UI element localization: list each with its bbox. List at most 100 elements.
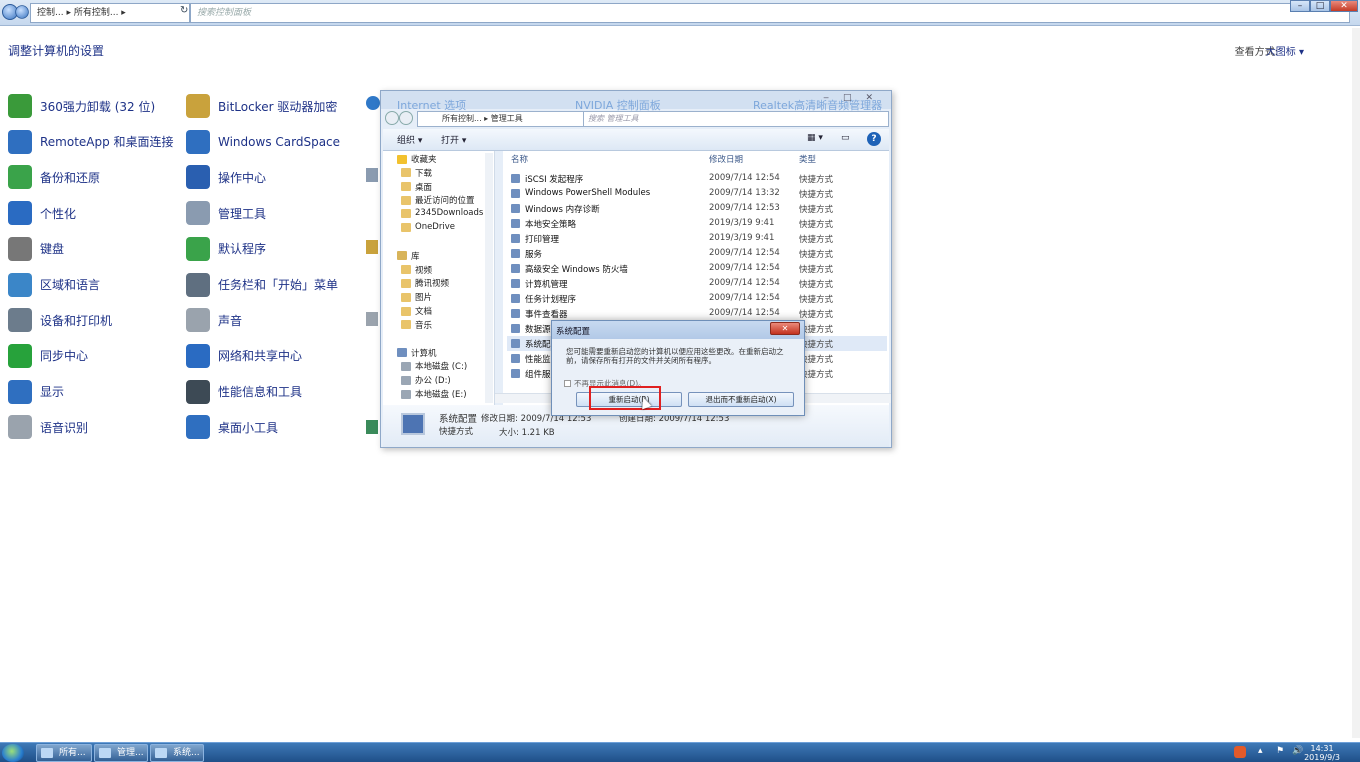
cp-item-icon bbox=[186, 165, 210, 190]
view-by-dropdown[interactable]: 大图标 ▾ bbox=[1266, 43, 1304, 58]
explorer-breadcrumb[interactable]: 所有控制... ▸ 管理工具 bbox=[417, 111, 605, 127]
volume-icon[interactable]: 🔊 bbox=[1292, 746, 1303, 756]
list-item[interactable]: 任务计划程序 2009/7/14 12:54 快捷方式 bbox=[507, 291, 887, 306]
search-input[interactable]: 搜索控制面板 bbox=[190, 3, 1350, 23]
cp-item[interactable]: 显示 bbox=[8, 378, 64, 406]
cp-item[interactable]: 语音识别 bbox=[8, 413, 88, 441]
nav-item-label: 文档 bbox=[415, 307, 433, 317]
minimize-icon[interactable]: – bbox=[1290, 0, 1310, 12]
column-date[interactable]: 修改日期 bbox=[709, 153, 743, 165]
taskbar-item[interactable]: 管理... bbox=[94, 744, 148, 762]
cp-item[interactable]: BitLocker 驱动器加密 bbox=[186, 92, 337, 120]
cp-item[interactable]: 同步中心 bbox=[8, 342, 88, 370]
cell-date: 2009/7/14 12:53 bbox=[709, 203, 780, 213]
cp-item[interactable]: RemoteApp 和桌面连接 bbox=[8, 128, 174, 156]
list-item[interactable]: 高级安全 Windows 防火墙 2009/7/14 12:54 快捷方式 bbox=[507, 261, 887, 276]
cp-item[interactable]: 设备和打印机 bbox=[8, 306, 112, 334]
cell-date: 2009/7/14 13:32 bbox=[709, 188, 780, 198]
shortcut-icon bbox=[511, 174, 520, 183]
list-item[interactable]: Windows PowerShell Modules 2009/7/14 13:3… bbox=[507, 186, 887, 201]
cp-item-icon bbox=[8, 308, 32, 333]
breadcrumb[interactable]: 控制... ▸ 所有控制... ▸ bbox=[30, 3, 190, 23]
cp-item[interactable]: Windows CardSpace bbox=[186, 128, 340, 156]
breadcrumb-item[interactable]: 控制... bbox=[37, 8, 64, 18]
cp-item[interactable]: 网络和共享中心 bbox=[186, 342, 302, 370]
nav-item[interactable]: OneDrive bbox=[401, 222, 455, 232]
cp-item[interactable]: 区域和语言 bbox=[8, 271, 100, 299]
nav-item[interactable]: 音乐 bbox=[401, 319, 432, 331]
window-titlebar[interactable]: Internet 选项 NVIDIA 控制面板 Realtek高清晰音频管理器 … bbox=[381, 91, 891, 112]
tray-expand-icon[interactable]: ▴ bbox=[1258, 746, 1263, 756]
start-button[interactable] bbox=[2, 744, 24, 762]
cp-item[interactable]: 备份和还原 bbox=[8, 163, 100, 191]
nav-drive[interactable]: 本地磁盘 (C:) bbox=[401, 360, 467, 372]
shortcut-icon bbox=[511, 219, 520, 228]
list-item[interactable]: 服务 2009/7/14 12:54 快捷方式 bbox=[507, 246, 887, 261]
column-type[interactable]: 类型 bbox=[799, 153, 816, 165]
nav-item[interactable]: 视频 bbox=[401, 264, 432, 276]
cp-item[interactable]: 任务栏和「开始」菜单 bbox=[186, 271, 338, 299]
page-scrollbar[interactable] bbox=[1352, 28, 1360, 738]
forward-icon[interactable] bbox=[15, 5, 29, 19]
nav-item[interactable]: 桌面 bbox=[401, 181, 432, 193]
refresh-icon[interactable]: ↻ bbox=[180, 5, 188, 16]
nav-favorites[interactable]: 收藏夹 bbox=[397, 153, 437, 165]
folder-icon bbox=[401, 306, 411, 316]
nav-item[interactable]: 2345Downloads bbox=[401, 208, 483, 218]
nav-drive[interactable]: 本地磁盘 (E:) bbox=[401, 388, 467, 400]
cp-item[interactable]: 360强力卸载 (32 位) bbox=[8, 92, 155, 120]
taskbar-item[interactable]: 所有... bbox=[36, 744, 92, 762]
back-icon[interactable] bbox=[385, 111, 399, 125]
tray-app-icon[interactable] bbox=[1234, 746, 1246, 758]
cell-date: 2009/7/14 12:54 bbox=[709, 278, 780, 288]
cp-item[interactable]: 性能信息和工具 bbox=[186, 378, 302, 406]
cp-item[interactable]: 个性化 bbox=[8, 199, 76, 227]
help-icon[interactable]: ? bbox=[867, 132, 881, 146]
window-controls[interactable]: ‒□✕ bbox=[823, 93, 887, 103]
view-by-value[interactable]: 大图标 bbox=[1266, 47, 1296, 58]
forward-icon[interactable] bbox=[399, 111, 413, 125]
column-name[interactable]: 名称 bbox=[511, 153, 528, 165]
exit-without-restart-button[interactable]: 退出而不重新启动(X) bbox=[688, 392, 794, 407]
nav-item[interactable]: 图片 bbox=[401, 291, 432, 303]
cp-item[interactable]: 管理工具 bbox=[186, 199, 266, 227]
nav-scrollbar[interactable] bbox=[485, 153, 493, 403]
cp-item[interactable]: 操作中心 bbox=[186, 163, 266, 191]
dialog-titlebar[interactable]: 系统配置 ✕ bbox=[552, 321, 804, 339]
cp-item[interactable]: 桌面小工具 bbox=[186, 413, 278, 441]
breadcrumb-item[interactable]: 所有控制... bbox=[74, 8, 119, 18]
nav-computer[interactable]: 计算机 bbox=[397, 347, 437, 359]
view-options-icon[interactable]: ▦ ▾ bbox=[807, 133, 823, 143]
close-icon[interactable]: ✕ bbox=[1330, 0, 1358, 12]
checkbox-icon[interactable] bbox=[564, 380, 571, 387]
nav-drive[interactable]: 办公 (D:) bbox=[401, 374, 451, 386]
list-item[interactable]: 计算机管理 2009/7/14 12:54 快捷方式 bbox=[507, 276, 887, 291]
action-center-icon[interactable]: ⚑ bbox=[1276, 746, 1284, 756]
nav-item[interactable]: 文档 bbox=[401, 305, 432, 317]
list-item[interactable]: 本地安全策略 2019/3/19 9:41 快捷方式 bbox=[507, 216, 887, 231]
nav-item-label: 腾讯视频 bbox=[415, 279, 450, 290]
organize-button[interactable]: 组织 ▾ bbox=[397, 133, 422, 146]
clock[interactable]: 14:31 2019/9/3 bbox=[1304, 744, 1340, 762]
cp-item[interactable]: 键盘 bbox=[8, 235, 64, 263]
preview-pane-icon[interactable]: ▭ bbox=[841, 133, 850, 143]
open-button[interactable]: 打开 ▾ bbox=[441, 133, 466, 146]
nav-item[interactable]: 腾讯视频 bbox=[401, 277, 449, 289]
maximize-icon[interactable]: □ bbox=[1310, 0, 1330, 12]
list-item[interactable]: iSCSI 发起程序 2009/7/14 12:54 快捷方式 bbox=[507, 171, 887, 186]
nav-libraries[interactable]: 库 bbox=[397, 250, 420, 262]
list-item[interactable]: Windows 内存诊断 2009/7/14 12:53 快捷方式 bbox=[507, 201, 887, 216]
cp-item[interactable]: 声音 bbox=[186, 306, 242, 334]
clock-time: 14:31 bbox=[1310, 744, 1334, 753]
taskbar-item[interactable]: 系统... bbox=[150, 744, 204, 762]
explorer-search-input[interactable]: 搜索 管理工具 bbox=[583, 111, 889, 127]
cell-date: 2009/7/14 12:54 bbox=[709, 263, 780, 273]
nav-item[interactable]: 下载 bbox=[401, 167, 432, 179]
shortcut-icon bbox=[511, 354, 520, 363]
list-item[interactable]: 打印管理 2019/3/19 9:41 快捷方式 bbox=[507, 231, 887, 246]
partial-icon bbox=[366, 168, 378, 182]
cp-item[interactable]: 默认程序 bbox=[186, 235, 266, 263]
nav-item[interactable]: 最近访问的位置 bbox=[401, 194, 475, 206]
close-icon[interactable]: ✕ bbox=[770, 322, 800, 335]
list-item[interactable]: 事件查看器 2009/7/14 12:54 快捷方式 bbox=[507, 306, 887, 321]
